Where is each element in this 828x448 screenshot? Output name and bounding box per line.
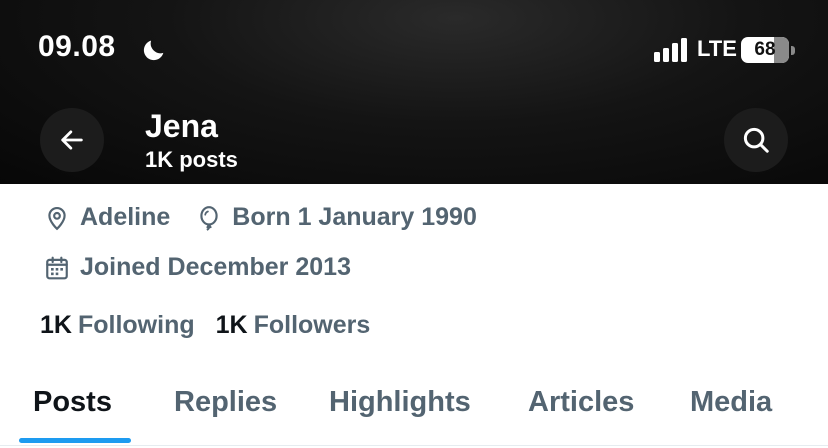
battery-tip xyxy=(791,46,795,55)
battery-level: 68 xyxy=(754,39,776,60)
followers-label: Followers xyxy=(253,311,371,339)
profile-name: Jena xyxy=(145,108,218,144)
tab-articles[interactable]: Articles xyxy=(528,386,634,419)
profile-meta-location-row: Adeline Born 1 January 1990 xyxy=(44,203,477,232)
post-count: 1K posts xyxy=(145,147,238,172)
back-button[interactable] xyxy=(40,108,104,172)
network-type: LTE xyxy=(697,36,737,61)
search-icon xyxy=(743,127,769,153)
followers-count: 1K xyxy=(215,311,248,339)
followers-link[interactable]: 1K Followers xyxy=(216,311,371,340)
tab-replies[interactable]: Replies xyxy=(174,386,277,419)
profile-header: 09.08 LTE 68 Jena 1K posts xyxy=(0,0,828,184)
back-arrow-icon xyxy=(61,130,83,150)
follow-stats: 1K Following 1K Followers xyxy=(40,311,370,340)
tab-highlights[interactable]: Highlights xyxy=(329,386,471,419)
profile-joined-date: Joined December 2013 xyxy=(80,253,351,281)
moon-icon xyxy=(143,40,164,61)
signal-icon xyxy=(654,38,687,62)
profile-tabs: Posts Replies Highlights Articles Media xyxy=(0,372,828,448)
balloon-icon xyxy=(200,205,218,231)
search-button[interactable] xyxy=(724,108,788,172)
following-count: 1K xyxy=(40,311,72,339)
following-label: Following xyxy=(77,311,195,339)
tabs-divider xyxy=(0,445,828,446)
tab-media[interactable]: Media xyxy=(690,386,772,419)
profile-birthday: Born 1 January 1990 xyxy=(232,203,477,231)
tab-posts[interactable]: Posts xyxy=(33,386,112,419)
calendar-icon xyxy=(46,256,68,279)
battery-icon: 68 xyxy=(741,37,795,63)
status-time: 09.08 xyxy=(38,30,116,63)
profile-location: Adeline xyxy=(80,203,171,231)
active-tab-indicator xyxy=(19,438,131,443)
location-pin-icon xyxy=(48,206,66,230)
following-link[interactable]: 1K Following xyxy=(40,311,195,340)
profile-meta-joined-row: Joined December 2013 xyxy=(44,253,351,282)
